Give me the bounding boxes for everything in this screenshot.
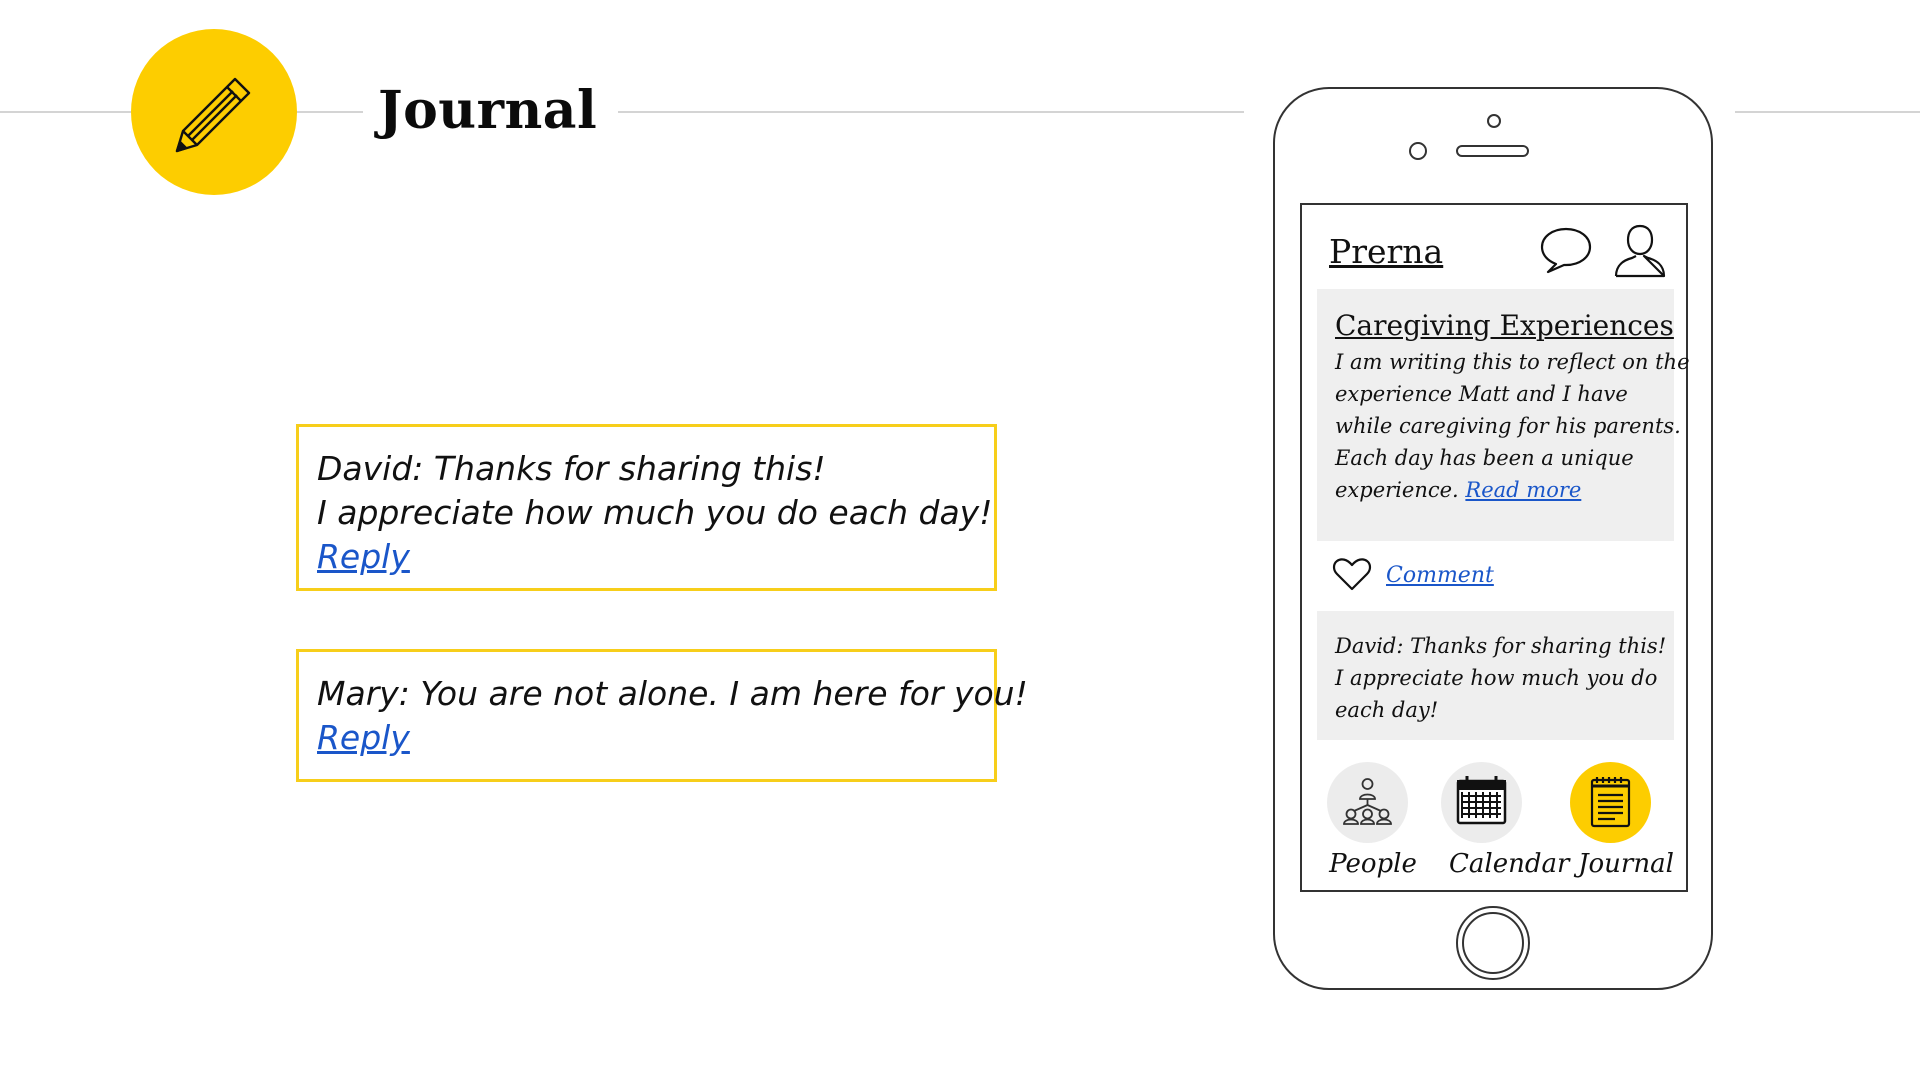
post-body-line: experience. (1335, 478, 1459, 502)
post-body-line: while caregiving for his parents. (1335, 414, 1681, 438)
nav-people-button[interactable] (1327, 762, 1408, 843)
comment-text-line: Mary: You are not alone. I am here for y… (317, 674, 1028, 713)
header-rule-right (1735, 111, 1920, 113)
pencil-icon (175, 77, 251, 153)
post-body-line: I am writing this to reflect on the (1335, 350, 1690, 374)
header-badge (131, 29, 297, 195)
comment-text-line: David: Thanks for sharing this! (317, 449, 826, 488)
calendar-icon (1456, 776, 1507, 825)
people-icon (1343, 778, 1392, 825)
comment-box-david: David: Thanks for sharing this! I apprec… (296, 424, 997, 591)
post-body-line: Each day has been a unique (1335, 446, 1634, 470)
heart-icon[interactable] (1332, 556, 1372, 592)
comment-preview-line: each day! (1335, 698, 1439, 722)
header-rule-left (0, 111, 131, 113)
comment-preview-line: David: Thanks for sharing this! (1335, 634, 1667, 658)
post-body-line-last: experience. Read more (1335, 474, 1665, 506)
comment-preview: David: Thanks for sharing this! I apprec… (1335, 630, 1667, 726)
post-title[interactable]: Caregiving Experiences (1335, 308, 1674, 344)
user-profile-icon[interactable] (1612, 220, 1668, 280)
phone-speaker (1456, 145, 1529, 157)
header-rule-middle-left (297, 111, 363, 113)
read-more-link[interactable]: Read more (1465, 478, 1581, 502)
phone-camera (1409, 142, 1427, 160)
nav-calendar-label[interactable]: Calendar (1449, 846, 1569, 882)
nav-people-label[interactable]: People (1318, 846, 1428, 882)
chat-bubble-icon[interactable] (1538, 225, 1594, 275)
home-button-inner (1462, 912, 1524, 974)
nav-journal-button[interactable] (1570, 762, 1651, 843)
comment-text-line: I appreciate how much you do each day! (317, 493, 993, 532)
nav-journal-label[interactable]: Journal (1571, 846, 1681, 882)
post-body: I am writing this to reflect on the expe… (1335, 346, 1690, 506)
app-title[interactable]: Prerna (1329, 230, 1443, 274)
header-rule-middle (618, 111, 1244, 113)
comment-preview-line: I appreciate how much you do (1335, 666, 1658, 690)
post-body-line: experience Matt and I have (1335, 382, 1628, 406)
nav-calendar-button[interactable] (1441, 762, 1522, 843)
notepad-icon (1590, 777, 1631, 828)
phone-sensor (1487, 114, 1501, 128)
reply-link[interactable]: Reply (317, 535, 410, 579)
comment-box-mary: Mary: You are not alone. I am here for y… (296, 649, 1028, 782)
comment-link[interactable]: Comment (1386, 560, 1494, 592)
reply-link[interactable]: Reply (317, 716, 410, 760)
page-title: Journal (378, 80, 598, 141)
